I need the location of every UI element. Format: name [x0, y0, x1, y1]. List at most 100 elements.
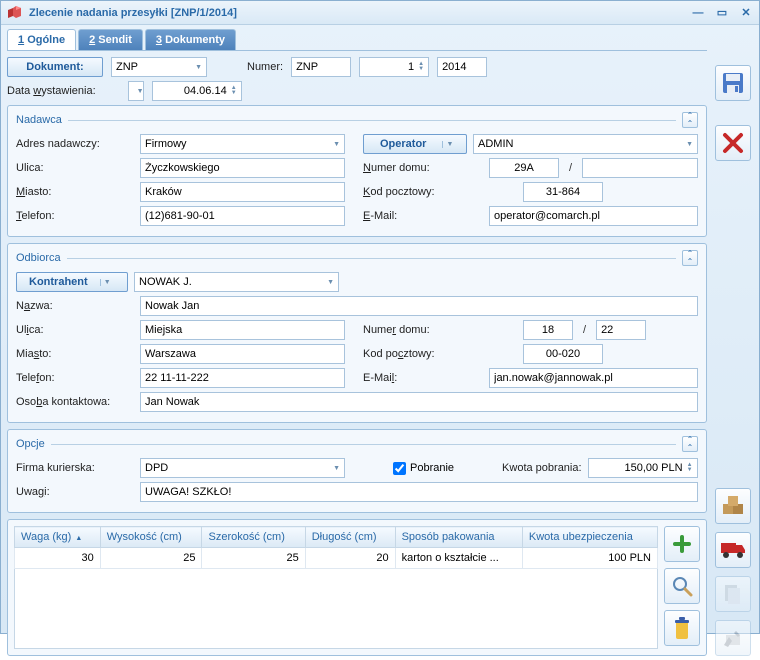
- kod-label: Kod pocztowy:: [363, 186, 483, 198]
- email-label: E-Mail:: [363, 372, 483, 384]
- tabs: 1 Ogólne 2 Sendit 3 Dokumenty: [7, 29, 707, 51]
- col-dlug[interactable]: Długość (cm): [305, 527, 395, 548]
- date-row: Data wystawienia: ▼ 04.06.14▲▼: [7, 81, 707, 101]
- kod-field[interactable]: [523, 182, 603, 202]
- telefon-field[interactable]: [140, 206, 345, 226]
- settings-button-disabled: [715, 620, 751, 656]
- numer-domu-label: Numer domu:: [363, 324, 483, 336]
- kod-field[interactable]: [523, 344, 603, 364]
- numer-domu2-field[interactable]: [582, 158, 698, 178]
- maximize-button[interactable]: ▭: [715, 6, 729, 20]
- packages-table: Waga (kg)▲ Wysokość (cm) Szerokość (cm) …: [14, 526, 658, 569]
- data-label: Data wystawienia:: [7, 85, 96, 97]
- doc-type-select[interactable]: ZNP▼: [111, 57, 207, 77]
- chevron-down-icon: ▼: [333, 141, 340, 148]
- close-window-button[interactable]: ✕: [739, 6, 753, 20]
- main-area: 1 Ogólne 2 Sendit 3 Dokumenty Dokument: …: [7, 29, 707, 656]
- operator-select[interactable]: ADMIN▼: [473, 134, 698, 154]
- table-empty-area: [14, 569, 658, 649]
- kod-label: Kod pocztowy:: [363, 348, 483, 360]
- col-szer[interactable]: Szerokość (cm): [202, 527, 305, 548]
- pobranie-checkbox[interactable]: Pobranie: [393, 462, 454, 475]
- col-kwota[interactable]: Kwota ubezpieczenia: [522, 527, 657, 548]
- numer-year-field[interactable]: [437, 57, 487, 77]
- adres-select[interactable]: Firmowy▼: [140, 134, 345, 154]
- side-toolbar: [713, 29, 753, 656]
- tab-ogolne[interactable]: 1 Ogólne: [7, 29, 76, 50]
- cell-kwota: 100 PLN: [522, 548, 657, 569]
- telefon-label: Telefon:: [16, 372, 134, 384]
- tab-sendit[interactable]: 2 Sendit: [78, 29, 143, 50]
- kwota-spinner[interactable]: 150,00 PLN▲▼: [588, 458, 698, 478]
- minimize-button[interactable]: —: [691, 6, 705, 20]
- ulica-field[interactable]: [140, 158, 345, 178]
- container: 1 Ogólne 2 Sendit 3 Dokumenty Dokument: …: [1, 25, 759, 660]
- date-spinner[interactable]: 04.06.14▲▼: [152, 81, 242, 101]
- save-button[interactable]: [715, 65, 751, 101]
- section-title: Odbiorca: [16, 252, 61, 264]
- cell-szer: 25: [202, 548, 305, 569]
- tab-dokumenty[interactable]: 3 Dokumenty: [145, 29, 236, 50]
- kwota-label: Kwota pobrania:: [502, 462, 582, 474]
- cell-wys: 25: [100, 548, 202, 569]
- section-title: Nadawca: [16, 114, 62, 126]
- ulica-label: Ulica:: [16, 162, 134, 174]
- chevron-down-icon: ▼: [686, 141, 693, 148]
- section-odbiorca: Odbiorca ⌃⌃ Kontrahent▼ NOWAK J.▼ Nazwa:…: [7, 243, 707, 423]
- section-nadawca: Nadawca ⌃⌃ Adres nadawczy: Firmowy▼ Oper…: [7, 105, 707, 237]
- section-collapse-button[interactable]: ⌃⌃: [682, 112, 698, 128]
- numer-prefix-field[interactable]: [291, 57, 351, 77]
- slash: /: [565, 162, 576, 174]
- sort-asc-icon: ▲: [75, 535, 82, 542]
- slash: /: [579, 324, 590, 336]
- delete-row-button[interactable]: [664, 610, 700, 646]
- search-row-button[interactable]: [664, 568, 700, 604]
- numer-seq-spinner[interactable]: 1▲▼: [359, 57, 429, 77]
- uwagi-field[interactable]: [140, 482, 698, 502]
- table-row[interactable]: 30 25 25 20 karton o kształcie ... 100 P…: [15, 548, 658, 569]
- date-picker-toggle[interactable]: ▼: [128, 81, 144, 101]
- packages-grid: Waga (kg)▲ Wysokość (cm) Szerokość (cm) …: [7, 519, 707, 656]
- osoba-label: Osoba kontaktowa:: [16, 396, 134, 408]
- add-row-button[interactable]: [664, 526, 700, 562]
- titlebar: Zlecenie nadania przesyłki [ZNP/1/2014] …: [1, 1, 759, 25]
- col-waga[interactable]: Waga (kg)▲: [15, 527, 101, 548]
- firma-label: Firma kurierska:: [16, 462, 134, 474]
- app-icon: [7, 5, 23, 21]
- miasto-field[interactable]: [140, 344, 345, 364]
- numer-domu-field[interactable]: [489, 158, 559, 178]
- uwagi-label: Uwagi:: [16, 486, 134, 498]
- section-collapse-button[interactable]: ⌃⌃: [682, 250, 698, 266]
- window: Zlecenie nadania przesyłki [ZNP/1/2014] …: [0, 0, 760, 634]
- operator-button[interactable]: Operator▼: [363, 134, 467, 154]
- chevron-down-icon: ▼: [327, 279, 334, 286]
- firma-select[interactable]: DPD▼: [140, 458, 345, 478]
- spinner-icons: ▲▼: [418, 62, 424, 72]
- ulica-field[interactable]: [140, 320, 345, 340]
- miasto-label: Miasto:: [16, 186, 134, 198]
- courier-button[interactable]: [715, 532, 751, 568]
- email-field[interactable]: [489, 368, 698, 388]
- chevron-down-icon: ▼: [137, 88, 144, 95]
- col-sposob[interactable]: Sposób pakowania: [395, 527, 522, 548]
- chevron-down-icon: ▼: [100, 279, 114, 286]
- dokument-button[interactable]: Dokument:: [7, 57, 103, 77]
- packages-button[interactable]: [715, 488, 751, 524]
- kontrahent-button[interactable]: Kontrahent▼: [16, 272, 128, 292]
- email-field[interactable]: [489, 206, 698, 226]
- numer-label: Numer:: [247, 61, 283, 73]
- osoba-field[interactable]: [140, 392, 698, 412]
- numer-domu2-field[interactable]: [596, 320, 646, 340]
- col-wys[interactable]: Wysokość (cm): [100, 527, 202, 548]
- section-collapse-button[interactable]: ⌃⌃: [682, 436, 698, 452]
- miasto-field[interactable]: [140, 182, 345, 202]
- cell-waga: 30: [15, 548, 101, 569]
- kontrahent-select[interactable]: NOWAK J.▼: [134, 272, 339, 292]
- miasto-label: Miasto:: [16, 348, 134, 360]
- telefon-field[interactable]: [140, 368, 345, 388]
- nazwa-field[interactable]: [140, 296, 698, 316]
- numer-domu-field[interactable]: [523, 320, 573, 340]
- close-button[interactable]: [715, 125, 751, 161]
- ulica-label: Ulica:: [16, 324, 134, 336]
- nazwa-label: Nazwa:: [16, 300, 134, 312]
